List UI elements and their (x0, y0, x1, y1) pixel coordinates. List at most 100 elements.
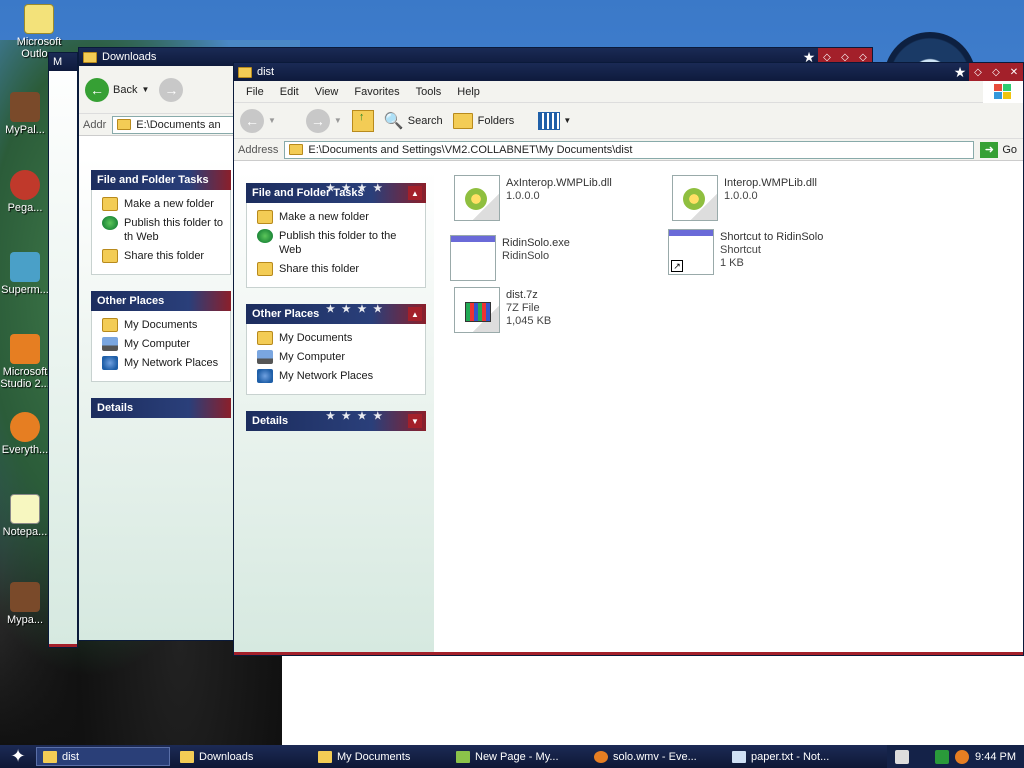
folders-button[interactable]: Folders (452, 112, 514, 129)
window-border (49, 644, 77, 647)
up-button[interactable]: ↑ (351, 109, 374, 132)
chevron-up-icon[interactable]: ▲ (408, 186, 422, 200)
panel-header[interactable]: Details ★ ★ ★ ★ ▼ (246, 411, 426, 431)
desktop-icon-pega[interactable]: Pega... (0, 170, 50, 214)
panel-header[interactable]: Other Places (91, 291, 231, 311)
panel-header[interactable]: Details (91, 398, 231, 418)
system-tray: 9:44 PM (887, 745, 1024, 768)
panel-header[interactable]: File and Folder Tasks ★ ★ ★ ★ ▲ (246, 183, 426, 203)
task-share-folder[interactable]: Share this folder (102, 249, 224, 263)
task-make-folder[interactable]: Make a new folder (257, 210, 419, 224)
panel-body: My Documents My Computer My Network Plac… (91, 311, 231, 382)
outlook-icon (24, 4, 54, 34)
file-item[interactable]: dist.7z 7Z File 1,045 KB (454, 287, 664, 333)
task-publish-web[interactable]: Publish this folder to th Web (102, 216, 224, 244)
close-button[interactable]: ✕ (1005, 63, 1023, 81)
dropdown-arrow-icon: ▼ (333, 116, 342, 125)
superm-icon (10, 252, 40, 282)
my-computer-icon (257, 350, 273, 364)
task-solo-wmv[interactable]: solo.wmv - Eve... (588, 747, 722, 766)
desktop-icon-superm[interactable]: Superm... (0, 252, 50, 296)
search-tray-icon[interactable] (955, 749, 970, 764)
desktop-icon-notepad[interactable]: Notepa... (0, 494, 50, 538)
task-my-documents[interactable]: My Documents (312, 747, 446, 766)
place-my-documents[interactable]: My Documents (257, 331, 419, 345)
panel-header[interactable]: File and Folder Tasks (91, 170, 231, 190)
7z-file-icon (454, 287, 500, 333)
file-item[interactable]: AxInterop.WMPLib.dll 1.0.0.0 (454, 175, 664, 221)
task-downloads[interactable]: Downloads (174, 747, 308, 766)
desktop-icon-studio[interactable]: Microsoft Studio 2... (0, 334, 50, 390)
folder-icon (117, 119, 132, 130)
window-border (234, 652, 1023, 655)
maximize-button[interactable]: ◇ (987, 63, 1005, 81)
place-my-computer[interactable]: My Computer (257, 350, 419, 364)
desktop-icon-mypa[interactable]: Mypa... (0, 582, 50, 626)
panel-file-tasks: File and Folder Tasks Make a new folder … (91, 170, 231, 275)
go-arrow-icon: ➜ (980, 141, 999, 158)
menu-view[interactable]: View (307, 86, 347, 98)
notepad-icon (10, 494, 40, 524)
place-network[interactable]: My Network Places (102, 356, 224, 370)
forward-button[interactable]: → (159, 77, 184, 102)
file-item[interactable]: ↗ Shortcut to RidinSolo Shortcut 1 KB (668, 229, 878, 275)
forward-button[interactable]: → ▼ (305, 108, 342, 133)
task-make-folder[interactable]: Make a new folder (102, 197, 224, 211)
task-dist[interactable]: dist (36, 747, 170, 766)
back-button[interactable]: ← Back ▼ (85, 77, 149, 102)
place-my-documents[interactable]: My Documents (102, 318, 224, 332)
window-dist[interactable]: dist ★ ◇ ◇ ✕ File Edit View Favorites To… (233, 62, 1024, 656)
task-paper-txt[interactable]: paper.txt - Not... (726, 747, 860, 766)
exe-file-icon (450, 235, 496, 281)
clock[interactable]: 9:44 PM (975, 751, 1016, 763)
menu-file[interactable]: File (238, 86, 272, 98)
task-share-folder[interactable]: Share this folder (257, 262, 419, 276)
menu-tools[interactable]: Tools (408, 86, 450, 98)
panel-body: Make a new folder Publish this folder to… (246, 203, 426, 288)
windows-logo-icon (983, 81, 1023, 103)
folder-icon (289, 144, 304, 155)
place-network[interactable]: My Network Places (257, 369, 419, 383)
task-publish-web[interactable]: Publish this folder to the Web (257, 229, 419, 257)
network-icon[interactable] (935, 749, 950, 764)
folder-icon (238, 66, 252, 78)
minimize-button[interactable]: ◇ (969, 63, 987, 81)
task-pane: File and Folder Tasks Make a new folder … (79, 158, 239, 640)
chevron-down-icon[interactable]: ▼ (408, 414, 422, 428)
dll-file-icon (454, 175, 500, 221)
panel-other-places: Other Places My Documents My Computer My… (91, 291, 231, 382)
desktop-icon-mypal[interactable]: MyPal... (0, 92, 50, 136)
keyboard-icon[interactable] (895, 749, 910, 764)
window-my-documents[interactable]: M (48, 52, 78, 648)
folders-icon (452, 112, 473, 129)
titlebar[interactable]: M (49, 53, 77, 71)
chevron-up-icon[interactable]: ▲ (408, 307, 422, 321)
back-button[interactable]: ← ▼ (240, 108, 276, 133)
search-button[interactable]: 🔍 Search (384, 111, 443, 131)
dropdown-arrow-icon: ▼ (563, 116, 572, 125)
everything-icon (10, 412, 40, 442)
views-button[interactable]: ▼ (538, 111, 572, 130)
my-documents-icon (257, 331, 273, 345)
forward-arrow-icon: → (159, 77, 184, 102)
views-icon (538, 111, 561, 130)
panel-details: Details ★ ★ ★ ★ ▼ (246, 411, 426, 431)
go-button[interactable]: ➜ Go (980, 141, 1017, 158)
network-places-icon (102, 356, 118, 370)
menu-edit[interactable]: Edit (272, 86, 307, 98)
desktop-icon-everything[interactable]: Everyth... (0, 412, 50, 456)
place-my-computer[interactable]: My Computer (102, 337, 224, 351)
panel-body: Make a new folder Publish this folder to… (91, 190, 231, 275)
mypal-icon (10, 92, 40, 122)
file-item[interactable]: RidinSolo.exe RidinSolo (450, 235, 660, 281)
start-button[interactable]: ✦ (0, 745, 36, 768)
menu-favorites[interactable]: Favorites (346, 86, 407, 98)
search-icon: 🔍 (383, 112, 404, 130)
task-new-page[interactable]: New Page - My... (450, 747, 584, 766)
menu-help[interactable]: Help (449, 86, 488, 98)
address-field[interactable]: E:\Documents and Settings\VM2.COLLABNET\… (284, 140, 975, 159)
my-computer-icon (102, 337, 118, 351)
file-item[interactable]: Interop.WMPLib.dll 1.0.0.0 (672, 175, 882, 221)
panel-header[interactable]: Other Places ★ ★ ★ ★ ▲ (246, 304, 426, 324)
titlebar[interactable]: dist ★ ◇ ◇ ✕ (234, 63, 1023, 81)
